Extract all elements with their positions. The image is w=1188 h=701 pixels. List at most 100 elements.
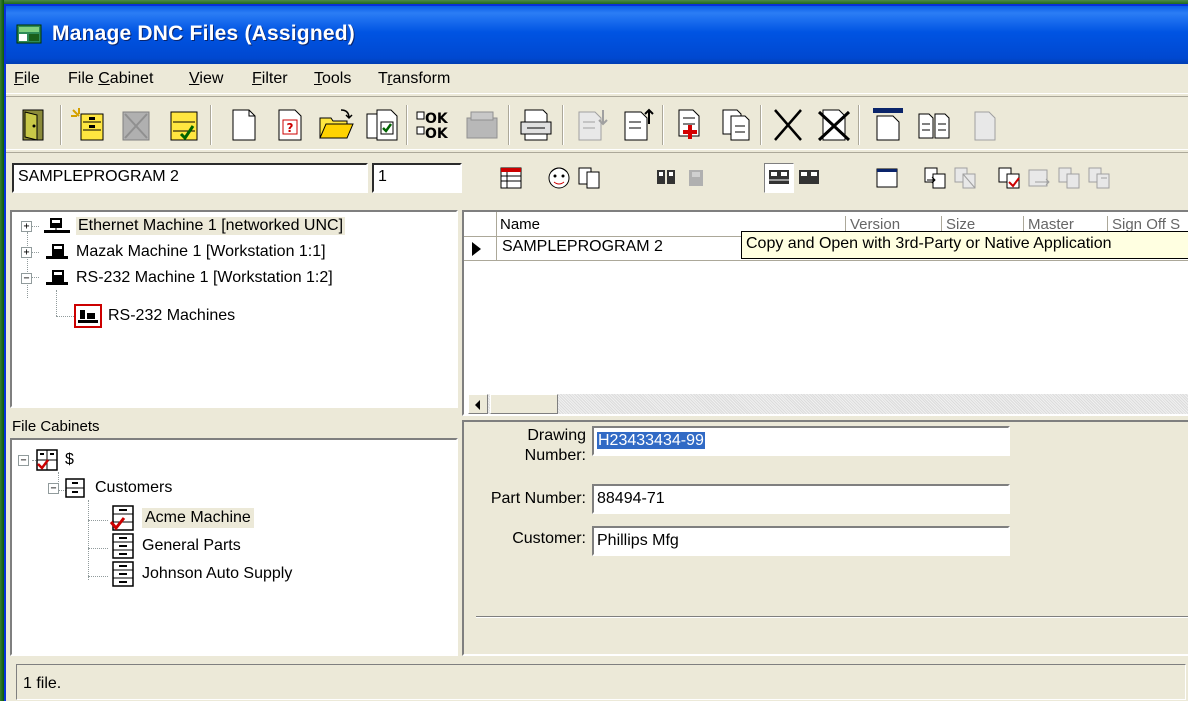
machine-disabled-button[interactable]: [682, 163, 712, 193]
scroll-left-button[interactable]: [468, 394, 488, 414]
window-doc-icon: [873, 108, 903, 141]
cabinet-properties-button[interactable]: [164, 105, 204, 145]
disabled-merge-icon: [1058, 167, 1080, 189]
collapse-icon[interactable]: −: [18, 454, 29, 466]
tree-item-rs232-machine[interactable]: − RS-232 Machine 1 [Workstation 1:2]: [21, 266, 333, 290]
copy-open-icon: [924, 167, 946, 189]
title-bar[interactable]: Manage DNC Files (Assigned): [6, 6, 1188, 64]
delete-versions-button[interactable]: [814, 105, 854, 145]
spreadsheet-button[interactable]: [496, 163, 526, 193]
drawing-number-value: H23433434-99: [597, 432, 705, 449]
menu-filter[interactable]: Filter: [252, 70, 288, 88]
upload-document-icon: [624, 108, 654, 141]
copy-open-button[interactable]: [920, 163, 950, 193]
file-help-button[interactable]: ?: [270, 105, 310, 145]
customer-field[interactable]: Phillips Mfg: [592, 526, 1010, 556]
more-tools-button[interactable]: [960, 105, 1000, 145]
program-name-field[interactable]: SAMPLEPROGRAM 2: [12, 163, 368, 193]
program-toolbar: SAMPLEPROGRAM 2 1: [6, 152, 1188, 208]
tree-item-label: Mazak Machine 1 [Workstation 1:1]: [76, 243, 326, 260]
disabled-document-icon: [974, 111, 996, 141]
face-icon: [548, 167, 570, 189]
machine-group-icon: [769, 170, 789, 184]
menu-view[interactable]: View: [189, 70, 223, 88]
app-icon: [16, 24, 42, 44]
part-number-label: Part Number:: [490, 490, 586, 507]
delete-cabinet-button[interactable]: [116, 105, 156, 145]
menu-transform[interactable]: Transform: [378, 70, 450, 88]
menu-tools[interactable]: Tools: [314, 70, 351, 88]
add-copy-button[interactable]: [670, 105, 710, 145]
cabinet-item-label: General Parts: [142, 537, 241, 554]
network-machine-icon: [44, 218, 70, 233]
split-disabled-button[interactable]: [1084, 163, 1114, 193]
expand-icon[interactable]: +: [21, 246, 32, 258]
new-cabinet-icon: [71, 108, 104, 141]
tree-item-ethernet-machine[interactable]: + Ethernet Machine 1 [networked UNC]: [21, 214, 346, 238]
receive-file-button[interactable]: [572, 105, 612, 145]
machine-view-toggle[interactable]: [764, 163, 794, 193]
view-window-button[interactable]: [868, 105, 908, 145]
machine-group-icon: [74, 304, 102, 328]
disabled-machine-icon: [689, 170, 703, 186]
menu-file[interactable]: File: [14, 70, 40, 88]
cabinet-item-johnson[interactable]: Johnson Auto Supply: [108, 561, 292, 587]
print-button[interactable]: [516, 105, 556, 145]
release-button[interactable]: [462, 105, 502, 145]
check-file-button[interactable]: [362, 105, 402, 145]
copy-file-button[interactable]: [716, 105, 756, 145]
cabinet-drawer-icon: [109, 505, 134, 531]
cabinet-customers[interactable]: − Customers: [48, 476, 172, 500]
checkin-disabled-button[interactable]: [1024, 163, 1054, 193]
merge-disabled-button[interactable]: [1054, 163, 1084, 193]
menu-bar: File File Cabinet View Filter Tools Tran…: [6, 64, 1188, 94]
cabinet-item-acme[interactable]: Acme Machine: [108, 505, 254, 531]
checkout-button[interactable]: [994, 163, 1024, 193]
document-question-icon: ?: [278, 109, 302, 141]
document-checkout-icon: [998, 167, 1020, 189]
main-toolbar: ? OK OK: [6, 96, 1188, 150]
tree-item-rs232-machines[interactable]: RS-232 Machines: [74, 304, 235, 328]
table-row[interactable]: SAMPLEPROGRAM 2: [502, 238, 663, 256]
document-check-icon: [366, 109, 398, 141]
tree-item-label: Ethernet Machine 1 [networked UNC]: [76, 217, 346, 235]
part-number-field[interactable]: 88494-71: [592, 484, 1010, 514]
window-icon: [876, 168, 898, 188]
machine-view-2-button[interactable]: [794, 163, 824, 193]
disabled-download-icon: [578, 110, 608, 141]
machine-pair-icon: [657, 170, 675, 184]
expand-icon[interactable]: +: [21, 220, 32, 232]
open-file-button[interactable]: [316, 105, 356, 145]
multi-doc-button[interactable]: [574, 163, 604, 193]
window-button[interactable]: [872, 163, 902, 193]
document-plus-icon: [678, 109, 700, 139]
delete-button[interactable]: [768, 105, 808, 145]
machine-icon: [46, 270, 68, 285]
disabled-folder-icon: [466, 111, 498, 139]
send-file-button[interactable]: [618, 105, 658, 145]
new-file-button[interactable]: [224, 105, 264, 145]
tree-item-label: RS-232 Machine 1 [Workstation 1:2]: [76, 269, 333, 286]
copy-open-disabled-button[interactable]: [950, 163, 980, 193]
scroll-thumb[interactable]: [490, 394, 558, 414]
machine-link-button[interactable]: [652, 163, 682, 193]
cabinet-item-label: Acme Machine: [142, 508, 254, 528]
approve-ok-button[interactable]: OK OK: [414, 105, 454, 145]
version-field[interactable]: 1: [372, 163, 462, 193]
compare-button[interactable]: [914, 105, 954, 145]
status-text: 1 file.: [16, 664, 1186, 700]
menu-file-cabinet[interactable]: File Cabinet: [68, 70, 153, 88]
cabinet-item-general-parts[interactable]: General Parts: [108, 533, 241, 559]
collapse-icon[interactable]: −: [48, 482, 59, 494]
operator-button[interactable]: [544, 163, 574, 193]
collapse-icon[interactable]: −: [21, 272, 32, 284]
tree-item-mazak-machine[interactable]: + Mazak Machine 1 [Workstation 1:1]: [21, 240, 326, 264]
drawing-number-field[interactable]: H23433434-99: [592, 426, 1010, 456]
horizontal-scrollbar[interactable]: [468, 394, 1188, 414]
new-cabinet-button[interactable]: [68, 105, 108, 145]
drawing-number-label: Drawing Number:: [524, 427, 586, 464]
tooltip: Copy and Open with 3rd-Party or Native A…: [741, 231, 1188, 259]
exit-door-button[interactable]: [14, 105, 54, 145]
cabinet-root[interactable]: − $: [18, 448, 74, 472]
current-row-indicator: [472, 242, 481, 256]
